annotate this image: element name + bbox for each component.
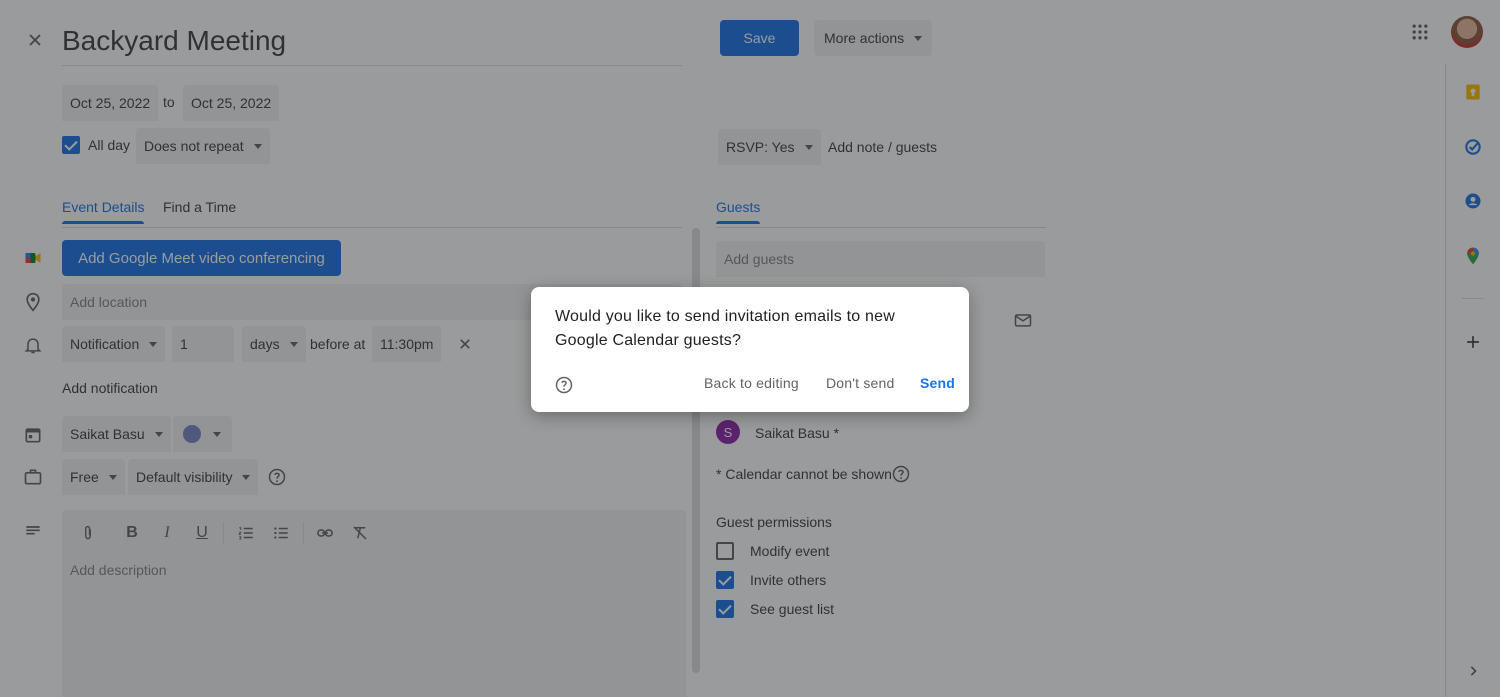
dialog-help-icon[interactable] — [552, 373, 576, 397]
dont-send-button[interactable]: Don't send — [826, 375, 895, 391]
back-to-editing-button[interactable]: Back to editing — [704, 375, 799, 391]
send-invitations-dialog: Would you like to send invitation emails… — [531, 287, 969, 412]
send-button[interactable]: Send — [920, 375, 955, 391]
dialog-message: Would you like to send invitation emails… — [555, 308, 895, 349]
